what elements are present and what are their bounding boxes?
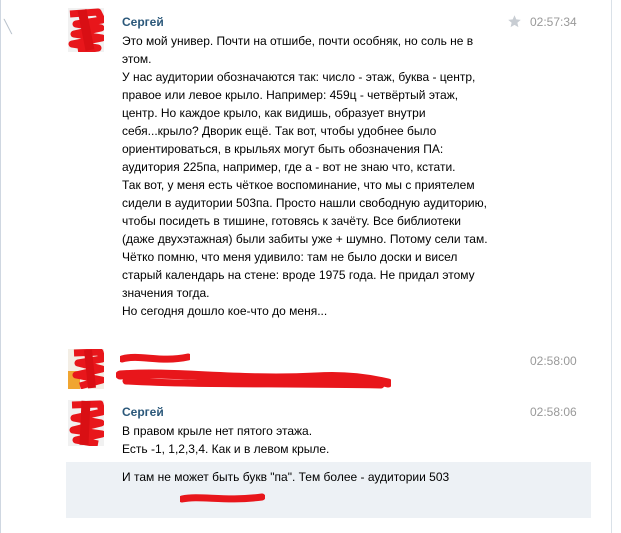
message-line: аудитория 225па, например, где а - вот н… [122, 160, 456, 174]
redacted-message-text [116, 369, 391, 389]
message-line: чтобы посидеть в тишине, готовясь к зачё… [122, 214, 461, 228]
message-line: Чётко помню, что меня удивило: там не бы… [122, 250, 458, 264]
message-text: Это мой универ. Почти на отшибе, почти о… [122, 32, 507, 320]
star-icon[interactable] [507, 14, 522, 29]
redacted-author-name [180, 493, 265, 503]
message-line: сидели в аудитории 503па. Просто нашли с… [122, 196, 487, 210]
avatar[interactable] [68, 400, 104, 446]
message-line: Так вот, у меня есть чёткое воспоминание… [122, 178, 475, 192]
message-line: себя...крыло? Дворик ещё. Так вот, чтобы… [122, 124, 437, 138]
avatar[interactable] [68, 8, 104, 52]
message-line: Но сегодня дошло кое-что до меня... [122, 304, 328, 318]
message-line: этом. [122, 52, 152, 66]
message-text: В правом крыле нет пятого этажа. Есть -1… [122, 422, 507, 458]
message-text: И там не может быть букв "па". Тем более… [122, 470, 450, 484]
message-line: центр. Но каждое крыло, как видишь, обра… [122, 106, 426, 120]
author-name[interactable]: Сергей [122, 15, 164, 29]
message-line: ориентироваться, в крыльях могут быть об… [122, 142, 444, 156]
message-line: (даже двухэтажная) были забиты уже + шум… [122, 232, 488, 246]
message-line: В правом крыле нет пятого этажа. [122, 424, 313, 438]
close-icon[interactable]: ╲ [4, 20, 12, 33]
message-timestamp[interactable]: 02:58:00 [530, 354, 577, 368]
author-name[interactable]: Сергей [122, 405, 164, 419]
message-line: Есть -1, 1,2,3,4. Как и в левом крыле. [122, 442, 330, 456]
message-line: значения тогда. [122, 286, 210, 300]
message-line: правое или левое крыло. Например: 459ц -… [122, 88, 459, 102]
window-right-edge [611, 0, 612, 533]
message-line: Это мой универ. Почти на отшибе, почти о… [122, 34, 474, 48]
message-line: У нас аудитории обозначаются так: число … [122, 70, 476, 84]
window-left-edge [0, 0, 1, 533]
avatar[interactable] [68, 349, 104, 389]
message-line: старый календарь на стене: вроде 1975 го… [122, 268, 475, 282]
message-timestamp[interactable]: 02:57:34 [530, 15, 577, 29]
message-timestamp[interactable]: 02:58:06 [530, 405, 577, 419]
